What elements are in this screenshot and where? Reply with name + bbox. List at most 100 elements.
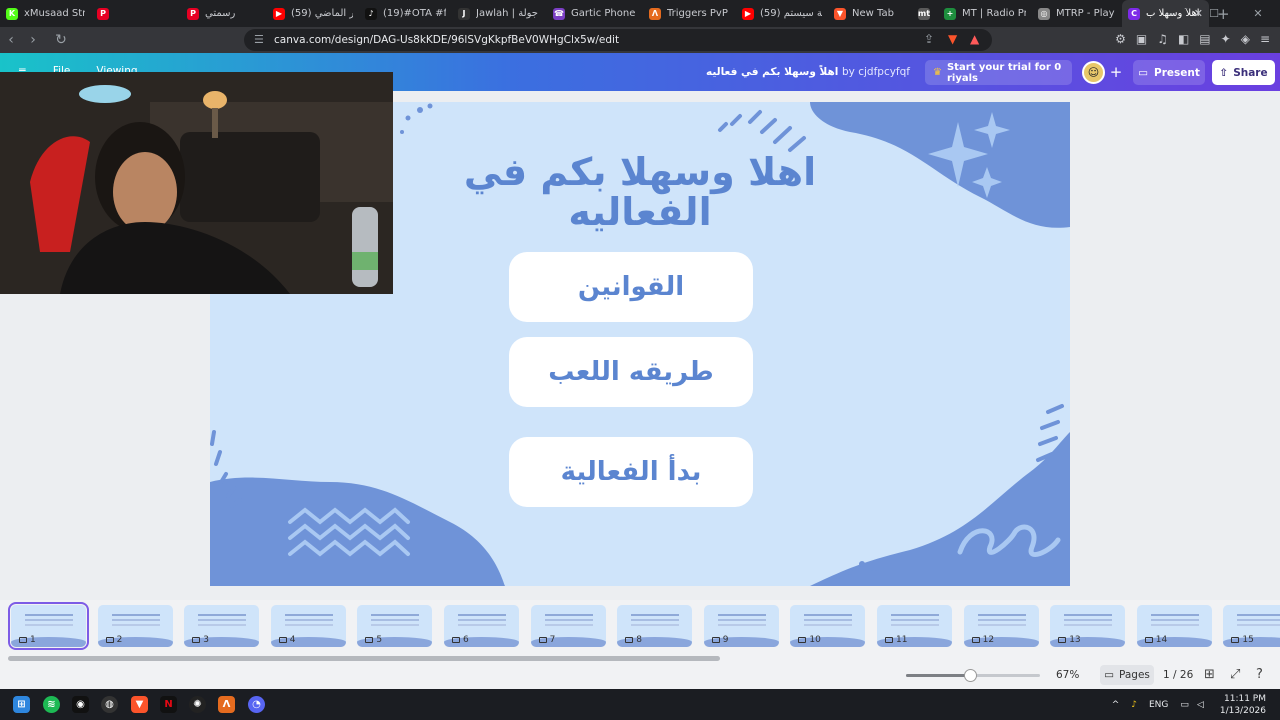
page-thumbnail[interactable]: 4 [270, 605, 346, 647]
extensions-icon[interactable]: ⚙ [1115, 32, 1126, 46]
scrollbar-thumb[interactable] [8, 656, 720, 661]
maximize-icon[interactable]: ☐ [1192, 7, 1236, 20]
tab-title: Gartic Phone - ر [571, 8, 637, 19]
doc-title-text: اهلاً وسهلا بكم في فعاليه [706, 66, 839, 78]
tray-overflow-icon[interactable]: ^ [1112, 700, 1120, 710]
page-thumbnail[interactable]: 14 [1136, 605, 1212, 647]
tab-title: (59) باور الماضي [291, 8, 353, 19]
page-thumbnail[interactable]: 3 [184, 605, 260, 647]
tab-favicon-icon: ☎ [553, 7, 565, 20]
page-thumbnail[interactable]: 1 [8, 602, 89, 650]
page-thumbnail[interactable]: 5 [357, 605, 433, 647]
page-count: 1 / 26 [1163, 669, 1194, 681]
page-thumbnail[interactable]: 10 [790, 605, 866, 647]
clock[interactable]: 11:11 PM 1/13/2026 [1220, 693, 1266, 717]
volume-icon[interactable]: ◁ [1197, 700, 1204, 710]
brave-rewards-icon[interactable]: ▲ [970, 32, 979, 46]
browser-tab[interactable]: J Jawlah | جولة - [452, 0, 547, 27]
address-bar[interactable]: ☰ canva.com/design/DAG-Us8kKDE/96lSVgKkp… [244, 29, 992, 51]
windows-start-icon[interactable]: ⊞ [13, 696, 30, 713]
screenshot-icon[interactable]: ▣ [1136, 32, 1147, 46]
browser-tab[interactable]: P رسمتي [181, 0, 267, 27]
triggers-icon[interactable]: Λ [218, 696, 235, 713]
media-icon[interactable]: ♫ [1157, 32, 1168, 46]
page-thumbnail[interactable]: 15 [1223, 605, 1280, 647]
page-thumbnail[interactable]: 13 [1050, 605, 1126, 647]
page-number-label: 13 [1069, 635, 1081, 645]
comment-icon [192, 637, 201, 643]
page-thumbnail[interactable]: 6 [444, 605, 519, 647]
page-thumbnail[interactable]: 7 [530, 605, 606, 647]
pages-button[interactable]: ▭ Pages [1100, 665, 1154, 685]
browser-toolbar: ‹ › ↻ ☐ ☰ canva.com/design/DAG-Us8kKDE/9… [0, 27, 1280, 53]
microphone-icon[interactable]: ♪ [1131, 700, 1137, 710]
browser-tab[interactable]: KxMusaad Stream [0, 0, 91, 27]
page-thumbnail[interactable]: 11 [877, 605, 952, 647]
tab-title: MTRP - Play [1056, 8, 1115, 19]
fullscreen-icon[interactable]: ⤢ [1230, 667, 1240, 682]
comment-icon [105, 637, 114, 643]
menu-icon[interactable]: ≡ [1260, 32, 1270, 46]
avatar[interactable]: ☺ [1082, 61, 1105, 84]
page-thumbnail[interactable]: 2 [97, 605, 173, 647]
network-icon[interactable]: ▭ [1180, 700, 1189, 710]
vpn-icon[interactable]: ◈ [1241, 32, 1250, 46]
document-title[interactable]: اهلاً وسهلا بكم في فعاليه by cjdfpcyfqf [706, 66, 910, 78]
webcam-feed [0, 72, 393, 294]
netflix-icon[interactable]: N [160, 696, 177, 713]
close-window-icon[interactable]: ✕ [1236, 7, 1280, 20]
forward-icon[interactable]: › [22, 32, 44, 48]
leo-icon[interactable]: ✦ [1221, 32, 1231, 46]
how-to-play-button[interactable]: طريقه اللعب [509, 337, 753, 407]
thumb-preview [1064, 614, 1113, 616]
page-number-label: 10 [809, 635, 821, 645]
steam-icon[interactable]: ◍ [101, 696, 118, 713]
present-button[interactable]: ▭ Present [1133, 60, 1205, 85]
page-thumbnail[interactable]: 9 [703, 605, 779, 647]
comment-icon [711, 637, 720, 643]
discord-icon[interactable]: ◔ [248, 696, 265, 713]
browser-tab[interactable]: Λ Triggers PvP 2.0 [643, 0, 736, 27]
present-icon: ▭ [1138, 66, 1149, 79]
tab-title: (19)#OTA #fyp # [383, 8, 446, 19]
browser-tab[interactable]: P [91, 0, 181, 27]
share-button[interactable]: ⇧ Share [1212, 60, 1275, 85]
wallet-icon[interactable]: ▤ [1199, 32, 1210, 46]
brave-icon[interactable]: ▼ [131, 696, 148, 713]
page-number-label: 7 [549, 635, 556, 645]
browser-tab[interactable]: ▼ New Tab [828, 0, 912, 27]
zoom-slider-handle[interactable] [964, 669, 978, 682]
thumb-preview [458, 614, 506, 616]
browser-tab[interactable]: ▶ (59) اغنية سيستم [736, 0, 828, 27]
browser-tab[interactable]: + MT | Radio Proto [938, 0, 1032, 27]
chatgpt-icon[interactable]: ✺ [189, 696, 206, 713]
comment-icon [538, 637, 547, 643]
browser-tab[interactable]: ◎ MTRP - Play [1032, 0, 1122, 27]
browser-tab[interactable]: mt [912, 0, 938, 27]
zoom-slider[interactable] [906, 669, 1040, 682]
start-trial-button[interactable]: ♛ Start your trial for 0 riyals [925, 60, 1072, 85]
page-thumbnail[interactable]: 12 [963, 605, 1039, 647]
page-thumbnail[interactable]: 8 [617, 605, 693, 647]
start-event-button[interactable]: بدأ الفعالية [509, 437, 753, 507]
spotify-icon[interactable]: ≋ [43, 696, 60, 713]
share-page-icon[interactable]: ⇪ [924, 32, 934, 46]
help-icon[interactable]: ? [1256, 667, 1263, 682]
sidebar-icon[interactable]: ◧ [1178, 32, 1189, 46]
brave-shield-icon[interactable]: ▼ [948, 32, 957, 46]
zoom-value[interactable]: 67% [1056, 669, 1079, 681]
browser-tab[interactable]: ☎ Gartic Phone - ر [547, 0, 643, 27]
site-info-icon[interactable]: ☰ [254, 33, 264, 46]
browser-tab[interactable]: ♪ (19)#OTA #fyp # [359, 0, 452, 27]
language-indicator[interactable]: ENG [1149, 700, 1168, 710]
grid-view-icon[interactable]: ⊞ [1204, 667, 1215, 682]
minimize-icon[interactable]: — [1148, 7, 1192, 20]
reload-icon[interactable]: ↻ [50, 32, 72, 48]
rules-button[interactable]: القوانين [509, 252, 753, 322]
back-icon[interactable]: ‹ [0, 32, 22, 48]
obs-icon[interactable]: ◉ [72, 696, 89, 713]
filmstrip-scrollbar[interactable] [8, 656, 1273, 661]
add-collaborator-icon[interactable]: + [1107, 63, 1125, 81]
browser-tab[interactable]: ▶ (59) باور الماضي [267, 0, 359, 27]
thumb-preview [1150, 614, 1199, 616]
